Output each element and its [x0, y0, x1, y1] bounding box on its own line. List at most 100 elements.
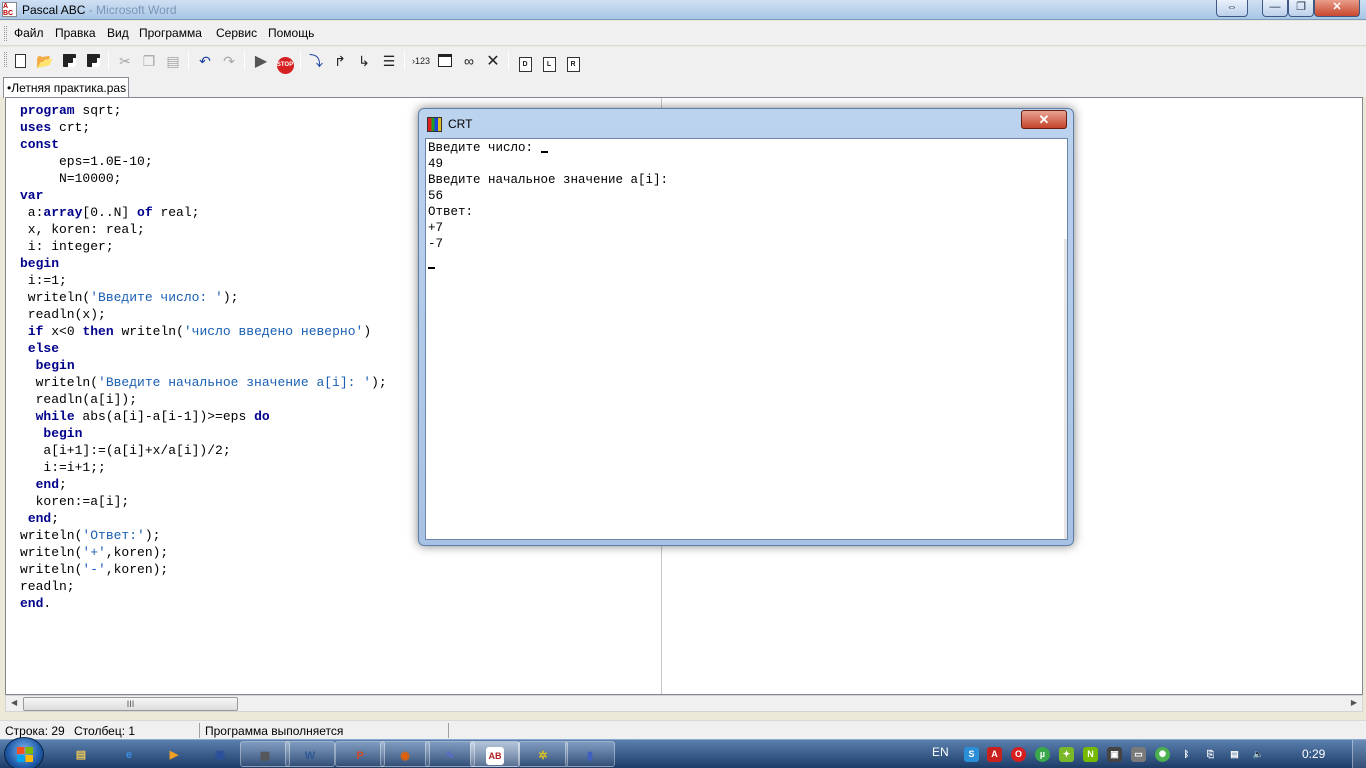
crt-close-button[interactable]: ✕ [1021, 110, 1067, 129]
paste-button[interactable]: ▤ [163, 51, 183, 71]
code-line[interactable]: readln(a[i]); [20, 391, 387, 408]
document-l-button[interactable]: L [539, 51, 559, 72]
monitor-tray-icon[interactable]: ▣ [1107, 747, 1122, 762]
undo-button[interactable]: ↶ [195, 51, 215, 71]
menu-edit[interactable]: Правка [55, 26, 96, 40]
taskbar-powerpoint-button[interactable]: P [335, 741, 385, 767]
open-file-button[interactable]: 📂 [35, 51, 55, 71]
clock[interactable]: 0:29 [1302, 747, 1325, 761]
restore-button[interactable]: ⇔ [1216, 0, 1248, 17]
code-line[interactable]: program sqrt; [20, 102, 387, 119]
code-line[interactable]: readln; [20, 578, 387, 595]
code-line[interactable]: end; [20, 510, 387, 527]
code-line[interactable]: const [20, 136, 387, 153]
horizontal-scrollbar[interactable]: ◀ III ▶ [5, 695, 1363, 712]
code-line[interactable]: writeln('Введите число: '); [20, 289, 387, 306]
code-line[interactable]: a[i+1]:=(a[i]+x/a[i])/2; [20, 442, 387, 459]
close-button[interactable]: ✕ [1314, 0, 1360, 17]
menu-service[interactable]: Сервис [216, 26, 257, 40]
opera-tray-icon[interactable]: O [1011, 747, 1026, 762]
crt-window[interactable]: CRT ✕ Введите число: 49 Введите начальное… [418, 108, 1074, 546]
code-line[interactable]: end. [20, 595, 387, 612]
taskbar-explorer-button[interactable]: ▤ [56, 741, 106, 767]
code-line[interactable]: a:array[0..N] of real; [20, 204, 387, 221]
bluetooth-tray-icon[interactable]: ᛒ [1179, 747, 1194, 762]
volume-tray-icon[interactable]: 🔈 [1251, 747, 1266, 762]
code-line[interactable]: N=10000; [20, 170, 387, 187]
code-line[interactable]: writeln('-',koren); [20, 561, 387, 578]
close-output-button[interactable]: ✕ [483, 51, 503, 71]
document-d-button[interactable]: D [515, 51, 535, 72]
code-line[interactable]: end; [20, 476, 387, 493]
taskbar-word-button[interactable]: W [285, 741, 335, 767]
code-line[interactable]: while abs(a[i]-a[i-1])>=eps do [20, 408, 387, 425]
skype-tray-icon[interactable]: S [964, 747, 979, 762]
copy-button[interactable]: ❐ [139, 51, 159, 71]
taskbar-pascal-abc-button[interactable]: AB [470, 741, 520, 767]
maximize-button[interactable]: ❐ [1288, 0, 1314, 17]
code-line[interactable]: koren:=a[i]; [20, 493, 387, 510]
taskbar-calculator-button[interactable]: ▦ [240, 741, 290, 767]
step-into-button[interactable]: ⤵ [306, 51, 326, 71]
output-window-button[interactable] [435, 51, 455, 71]
minimize-button[interactable]: — [1262, 0, 1288, 17]
code-line[interactable]: else [20, 340, 387, 357]
save-all-button[interactable] [83, 51, 103, 71]
code-line[interactable]: readln(x); [20, 306, 387, 323]
start-button[interactable] [4, 737, 44, 768]
show-desktop-button[interactable] [1352, 740, 1366, 768]
green-app-tray-icon[interactable]: ✺ [1155, 747, 1170, 762]
crt-console[interactable]: Введите число: 49 Введите начальное значе… [425, 138, 1068, 540]
code-line[interactable]: i: integer; [20, 238, 387, 255]
redo-button[interactable]: ↷ [219, 51, 239, 71]
network-tray-icon[interactable]: ▤ [1227, 747, 1242, 762]
utorrent-tray-icon[interactable]: µ [1035, 747, 1050, 762]
run-to-cursor-button[interactable]: ›123 [409, 51, 433, 71]
code-line[interactable]: uses crt; [20, 119, 387, 136]
glasses-button[interactable]: ∞ [459, 51, 479, 71]
source-code[interactable]: program sqrt; uses crt; const eps=1.0E-10;… [20, 102, 387, 612]
save-button[interactable] [59, 51, 79, 71]
code-line[interactable]: writeln('Ответ:'); [20, 527, 387, 544]
document-r-button[interactable]: R [563, 51, 583, 72]
taskbar-ie-button[interactable]: e [104, 741, 154, 767]
taskbar-firefox-button[interactable]: ◉ [380, 741, 430, 767]
code-line[interactable]: begin [20, 357, 387, 374]
code-line[interactable]: var [20, 187, 387, 204]
menu-view[interactable]: Вид [107, 26, 129, 40]
taskbar-crt-window-button[interactable]: ▮ [565, 741, 615, 767]
code-line[interactable]: begin [20, 255, 387, 272]
menu-file[interactable]: Файл [14, 26, 44, 40]
code-line[interactable]: begin [20, 425, 387, 442]
new-file-button[interactable] [10, 51, 30, 71]
taskbar-save-app-button[interactable]: ▣ [195, 741, 245, 767]
watch-button[interactable]: ☰ [379, 51, 399, 71]
adobe-tray-icon[interactable]: A [987, 747, 1002, 762]
code-line[interactable]: writeln('+',koren); [20, 544, 387, 561]
code-line[interactable]: x, koren: real; [20, 221, 387, 238]
scroll-thumb[interactable]: III [23, 697, 238, 711]
code-line[interactable]: writeln('Введите начальное значение a[i]… [20, 374, 387, 391]
taskbar-media-player-button[interactable]: ▶ [149, 741, 199, 767]
nvidia-tray-icon[interactable]: N [1083, 747, 1098, 762]
code-line[interactable]: i:=i+1;; [20, 459, 387, 476]
scroll-right-icon[interactable]: ▶ [1351, 698, 1357, 707]
language-indicator[interactable]: EN [932, 745, 949, 759]
antivirus-tray-icon[interactable]: ✦ [1059, 747, 1074, 762]
scroll-left-icon[interactable]: ◀ [11, 698, 17, 707]
crt-scrollbar[interactable] [1064, 239, 1067, 539]
step-over-button[interactable]: ↱ [330, 51, 350, 71]
code-line[interactable]: i:=1; [20, 272, 387, 289]
menu-help[interactable]: Помощь [268, 26, 314, 40]
display-tray-icon[interactable]: ▭ [1131, 747, 1146, 762]
taskbar-paint-button[interactable]: ✎ [425, 741, 475, 767]
code-line[interactable]: if x<0 then writeln('число введено невер… [20, 323, 387, 340]
menu-program[interactable]: Программа [139, 26, 202, 40]
run-button[interactable]: ▶ [251, 51, 271, 71]
code-line[interactable]: eps=1.0E-10; [20, 153, 387, 170]
taskbar-bug-button[interactable]: ✲ [518, 741, 568, 767]
device-tray-icon[interactable]: ⎘ [1203, 747, 1218, 762]
step-out-button[interactable]: ↳ [354, 51, 374, 71]
tab-letnyaya-praktika[interactable]: •Летняя практика.pas [3, 77, 129, 98]
stop-button[interactable]: STOP [275, 51, 295, 74]
